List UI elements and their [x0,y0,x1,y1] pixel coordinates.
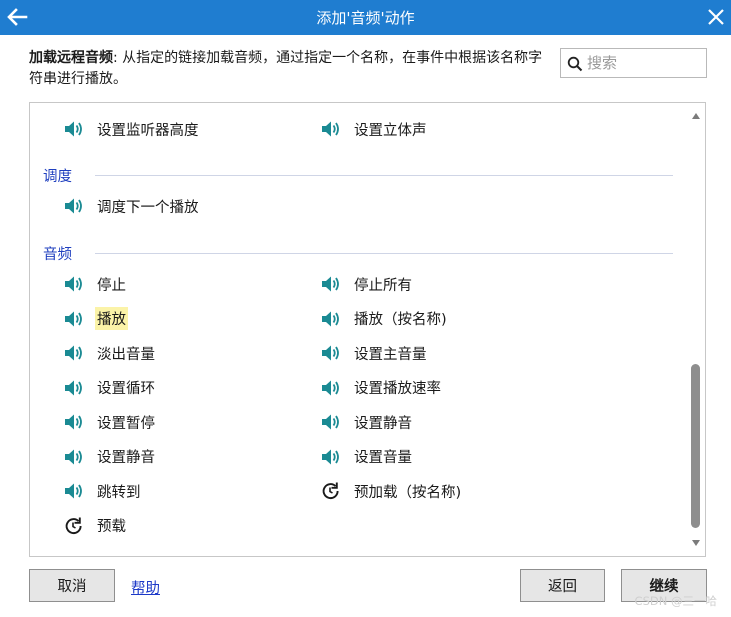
action-item-label: 停止 [97,277,126,294]
speaker-icon [63,196,85,216]
action-item-label: 设置静音 [354,415,412,432]
speaker-icon [320,274,342,294]
speaker-icon [63,343,85,363]
action-item-label: 停止所有 [354,277,412,294]
action-item[interactable]: 跳转到 [63,479,143,503]
speaker-icon [63,119,85,139]
category-divider [95,253,673,254]
action-item-label: 设置音量 [354,450,412,466]
action-item[interactable]: 设置播放速率 [320,376,443,400]
title-bar: 添加'音频'动作 [0,0,731,35]
category-label: 音频 [43,243,80,264]
search-box[interactable] [560,48,707,78]
speaker-icon [63,274,85,294]
scrollbar-thumb[interactable] [691,364,700,528]
category-label: 调度 [43,165,80,186]
action-item[interactable]: 设置静音 [320,410,414,434]
action-description: 加载远程音频: 从指定的链接加载音频，通过指定一个名称，在事件中根据该名称字符串… [29,48,549,90]
action-item[interactable]: 设置立体声 [320,117,429,141]
category-divider [95,175,673,176]
speaker-icon [63,412,85,432]
action-list[interactable]: 设置监听器高度 设置立体声调度 调度下一个播放音频 停止 停止所有播放 播放（按名称) 淡出… [29,102,706,557]
action-item-label: 设置播放速率 [354,381,441,397]
action-item[interactable]: 淡出音量 [63,341,157,365]
speaker-icon [320,447,342,467]
action-item-label: 跳转到 [97,484,141,501]
action-item[interactable]: 播放（按名称) [320,307,449,331]
close-icon[interactable] [705,5,727,29]
action-item[interactable]: 设置主音量 [320,341,429,365]
speaker-icon [63,378,85,398]
action-item-label: 预载 [97,519,126,535]
action-item[interactable]: 设置监听器高度 [63,117,201,141]
action-item-label: 设置主音量 [354,346,427,363]
speaker-icon [63,309,85,329]
action-item-label: 预加载（按名称) [354,484,462,501]
action-item[interactable]: 设置循环 [63,376,157,400]
speaker-icon [320,412,342,432]
action-item[interactable]: 预加载（按名称) [320,479,463,503]
action-item[interactable]: 设置音量 [320,445,414,469]
cancel-button[interactable]: 取消 [29,569,115,602]
reload-icon [63,516,85,536]
action-item-label: 播放 [95,307,128,330]
action-item[interactable]: 设置静音 [63,445,157,469]
speaker-icon [63,447,85,467]
action-item-label: 设置立体声 [354,122,427,139]
action-name: 加载远程音频 [29,50,113,66]
action-item[interactable]: 设置暂停 [63,410,157,434]
back-button[interactable]: 返回 [520,569,605,602]
search-input[interactable] [587,51,703,75]
action-item[interactable]: 调度下一个播放 [63,194,201,218]
scroll-up-arrow-icon[interactable] [691,111,701,121]
speaker-icon [320,309,342,329]
category-header: 音频 [43,243,673,264]
speaker-icon [63,481,85,501]
category-header: 调度 [43,165,673,186]
action-item-label: 设置循环 [97,381,155,397]
scroll-down-arrow-icon[interactable] [691,538,701,548]
action-item[interactable]: 停止 [63,272,128,296]
action-item-label: 淡出音量 [97,346,155,363]
watermark: CSDN @三一哈 [634,594,717,608]
speaker-icon [320,343,342,363]
action-item-label: 设置静音 [97,450,155,466]
reload-icon [320,481,342,501]
action-item[interactable]: 停止所有 [320,272,414,296]
action-item-label: 设置监听器高度 [97,122,199,139]
search-icon [567,56,583,72]
help-link[interactable]: 帮助 [131,577,160,598]
action-item-label: 调度下一个播放 [97,199,199,216]
window-title: 添加'音频'动作 [316,9,415,27]
action-item-label: 播放（按名称) [354,312,447,328]
action-item[interactable]: 播放 [63,307,128,331]
speaker-icon [320,378,342,398]
action-item-label: 设置暂停 [97,415,155,432]
speaker-icon [320,119,342,139]
action-item[interactable]: 预载 [63,514,128,538]
